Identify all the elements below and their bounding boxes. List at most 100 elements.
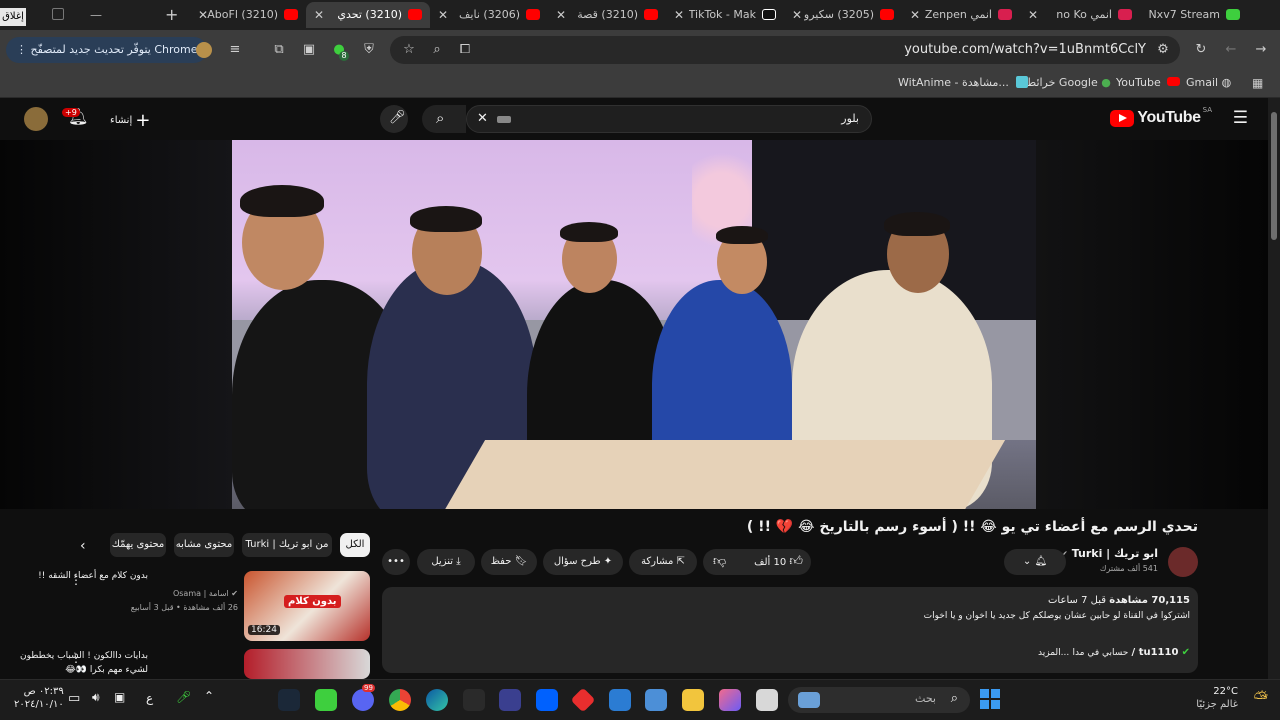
- epic-games-icon[interactable]: [463, 689, 485, 711]
- scrollbar-thumb[interactable]: [1271, 112, 1277, 240]
- download-button[interactable]: ⤓ تنزيل: [417, 549, 475, 575]
- zoom-icon[interactable]: ⌕: [428, 41, 446, 59]
- tab-nxv7[interactable]: Nxv7 Stream: [1140, 2, 1248, 28]
- copilot-icon[interactable]: [719, 689, 741, 711]
- recommendation-thumbnail[interactable]: [244, 649, 370, 679]
- weather-widget[interactable]: 22°C غالم جزئيًا: [1196, 685, 1238, 711]
- chrome-update-button[interactable]: ⋮ يتوفّر تحديث جديد لمتصفّح Chrome: [6, 37, 208, 63]
- tab-anime-zenpen[interactable]: ✕ انمي Zenpen: [902, 2, 1020, 28]
- dropbox-icon[interactable]: [536, 689, 558, 711]
- tab-tiktok[interactable]: ✕ TikTok - Mak: [666, 2, 784, 28]
- minimize-icon[interactable]: —: [90, 8, 102, 22]
- red-app-icon[interactable]: [570, 687, 596, 713]
- tray-expand-icon[interactable]: ⌃: [204, 689, 214, 703]
- ask-question-button[interactable]: ✦ طرح سؤال: [543, 549, 623, 575]
- restore-icon[interactable]: [52, 8, 64, 20]
- apps-grid-icon[interactable]: ▦: [1252, 76, 1263, 90]
- tab-anime-noko[interactable]: ✕ انمي no Ko: [1020, 2, 1140, 28]
- tab-close-icon[interactable]: ✕: [314, 8, 324, 22]
- clock[interactable]: ٠٢:٣٩ ص ٢٠٢٤/١٠/١٠: [14, 685, 64, 711]
- windows-start-icon[interactable]: [980, 689, 1000, 709]
- description-box[interactable]: 70,115 مشاهدة قبل 7 ساعات اشتركوا في الق…: [382, 587, 1198, 673]
- tab-qissa[interactable]: ✕ (3210) قصة: [548, 2, 666, 28]
- bookmark-gmail[interactable]: Gmail ◍: [1186, 76, 1231, 89]
- back-icon[interactable]: →: [1252, 41, 1270, 59]
- create-button[interactable]: + إنشاء: [110, 110, 151, 131]
- store-icon[interactable]: [645, 689, 667, 711]
- steam-icon[interactable]: [278, 689, 300, 711]
- tab-close-icon[interactable]: ✕: [556, 8, 566, 22]
- chip-all[interactable]: الكل: [340, 533, 370, 557]
- search-button[interactable]: ⌕: [422, 105, 466, 133]
- recommendation-menu-icon[interactable]: ⋮: [70, 651, 82, 665]
- chrome-icon[interactable]: [389, 689, 411, 711]
- discord-icon[interactable]: [352, 689, 374, 711]
- extension-icon[interactable]: ▣: [300, 41, 318, 59]
- tab-sekiro[interactable]: ✕ (3205) سكيرو: [784, 2, 902, 28]
- edge-icon[interactable]: [426, 689, 448, 711]
- star-icon[interactable]: ☆: [400, 41, 418, 59]
- share-button[interactable]: ⇱ مشاركة: [629, 549, 697, 575]
- bookmark-witanime[interactable]: WitAnime - مشاهدة...: [898, 76, 1029, 89]
- new-tab-icon[interactable]: +: [165, 5, 178, 24]
- subscribed-bell-button[interactable]: 🔔︎ ⌄: [1004, 549, 1066, 575]
- tab-abofl[interactable]: ✕ (3210) AboFl: [190, 2, 306, 28]
- profile-avatar[interactable]: [196, 42, 212, 58]
- tab-tahaddi-active[interactable]: ✕ (3210) تحدي: [306, 2, 430, 28]
- dislike-button[interactable]: 👎︎: [713, 549, 726, 575]
- network-icon[interactable]: ▣: [114, 690, 125, 704]
- youtube-logo[interactable]: YouTube SA: [1110, 106, 1212, 127]
- close-button[interactable]: إغلاق: [0, 8, 26, 26]
- more-actions-button[interactable]: •••: [382, 549, 410, 575]
- install-app-icon[interactable]: ⧠: [456, 41, 474, 59]
- volume-icon[interactable]: 🔊︎: [92, 690, 100, 705]
- chip-related[interactable]: محتوى مشابه: [174, 533, 234, 557]
- recommendation-title[interactable]: بدون كلام مع أعضاء الشقه !!: [38, 571, 148, 581]
- reload-icon[interactable]: ↻: [1192, 41, 1210, 59]
- tab-favicon-icon: [284, 9, 298, 20]
- notification-count-badge: +9: [62, 108, 80, 117]
- channel-name[interactable]: ابو تريك | Turki ✔: [1060, 547, 1158, 560]
- address-bar[interactable]: ☆ ⌕ ⧠ youtube.com/watch?v=1uBnmt6CclY ⚙: [390, 36, 1180, 64]
- file-explorer-icon[interactable]: [682, 689, 704, 711]
- search-input[interactable]: ✕ بلور: [466, 105, 872, 133]
- chip-for-you[interactable]: محتوى يهمّك: [110, 533, 166, 557]
- shield-icon[interactable]: ⛨: [360, 41, 378, 59]
- tab-close-icon[interactable]: ✕: [674, 8, 684, 22]
- tab-naif[interactable]: ✕ (3206) نايف: [430, 2, 548, 28]
- tab-close-icon[interactable]: ✕: [1028, 8, 1038, 22]
- video-player[interactable]: [0, 140, 1268, 509]
- tab-close-icon[interactable]: ✕: [792, 8, 802, 22]
- microphone-icon[interactable]: 🎤︎: [176, 690, 191, 704]
- recommendation-menu-icon[interactable]: ⋮: [70, 573, 82, 587]
- clear-search-icon[interactable]: ✕: [477, 111, 488, 126]
- outlook-icon[interactable]: [609, 689, 631, 711]
- voice-search-button[interactable]: 🎤︎: [380, 105, 408, 133]
- forward-icon[interactable]: ←: [1222, 41, 1240, 59]
- page-scrollbar[interactable]: [1268, 98, 1280, 679]
- chips-next-icon[interactable]: ‹: [80, 538, 86, 554]
- site-settings-icon[interactable]: ⚙: [1154, 41, 1172, 59]
- extensions-puzzle-icon[interactable]: ⧉: [270, 41, 288, 59]
- bookmark-maps[interactable]: خرائط Google ●: [1026, 76, 1111, 89]
- more-link[interactable]: ...المزيد: [1038, 648, 1069, 658]
- account-avatar[interactable]: [24, 107, 48, 131]
- save-button[interactable]: 🔖︎ حفظ: [481, 549, 537, 575]
- chip-from-channel[interactable]: من ابو تريك | Turki: [242, 533, 332, 557]
- video-frame[interactable]: [232, 140, 1036, 509]
- language-indicator[interactable]: ع: [146, 691, 153, 705]
- media-control-icon[interactable]: ≡: [226, 41, 244, 59]
- whatsapp-icon[interactable]: [315, 689, 337, 711]
- recommendation-thumbnail[interactable]: بدون كلام 16:24: [244, 571, 370, 641]
- keyboard-icon[interactable]: [497, 116, 511, 123]
- tab-close-icon[interactable]: ✕: [910, 8, 920, 22]
- app-icon[interactable]: [499, 689, 521, 711]
- like-button[interactable]: 👍︎ 10 ألف: [754, 549, 803, 576]
- tab-close-icon[interactable]: ✕: [438, 8, 448, 22]
- taskbar-search[interactable]: بحث ⌕: [788, 687, 970, 713]
- battery-icon[interactable]: ▭: [68, 691, 80, 706]
- hamburger-menu-icon[interactable]: ☰: [1233, 108, 1248, 128]
- app-window-icon[interactable]: [756, 689, 778, 711]
- channel-avatar[interactable]: [1168, 547, 1198, 577]
- bookmark-youtube[interactable]: YouTube: [1116, 76, 1181, 89]
